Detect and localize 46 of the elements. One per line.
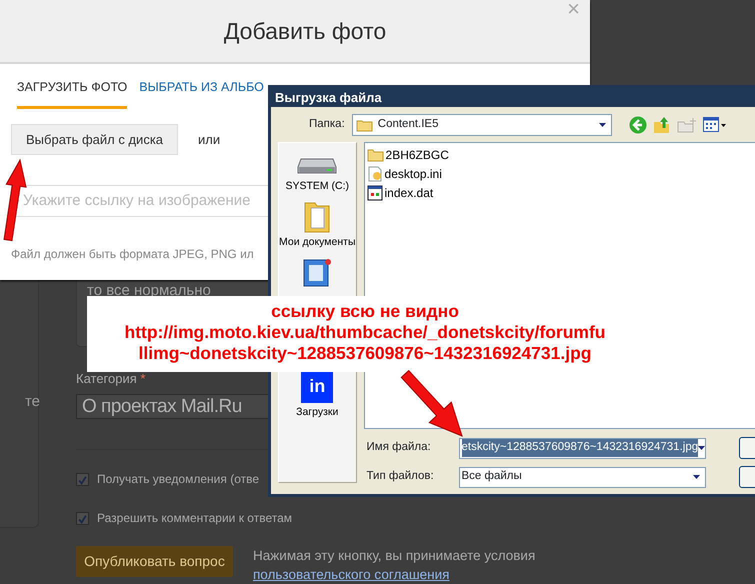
- annotation-text: llimg~donetskcity~1288537609876~1432316924731.jpg: [138, 343, 592, 364]
- category-label: Категория *: [76, 370, 146, 388]
- checkbox[interactable]: [76, 472, 89, 486]
- file-type-select[interactable]: Все файлы: [458, 466, 706, 488]
- folder-label: Папка:: [309, 117, 345, 132]
- settings-file-icon: [366, 166, 383, 182]
- annotation-text: ссылку всю не видно: [270, 301, 460, 322]
- tab[interactable]: ЗАГРУЗИТЬ ФОТО: [17, 78, 128, 109]
- folder-icon: [366, 148, 384, 162]
- file-item[interactable]: 2BH6ZBGC: [366, 146, 755, 164]
- place-item[interactable]: [301, 256, 334, 286]
- document-icon: [301, 256, 334, 286]
- terms-text: Нажимая эту кнопку, вы принимаете условия: [253, 547, 536, 565]
- place-item[interactable]: in Загрузки: [296, 370, 338, 420]
- annotation-arrow: [400, 370, 463, 437]
- dropdown-arrow-icon: [693, 475, 700, 479]
- up-folder-icon[interactable]: [652, 116, 671, 134]
- file-item[interactable]: desktop.ini: [366, 165, 755, 183]
- checkbox[interactable]: [76, 512, 89, 524]
- or-text: или: [198, 130, 220, 148]
- modal-title: Добавить фото: [224, 16, 386, 46]
- checkbox-label: Получать уведомления (отве: [97, 471, 260, 488]
- views-icon[interactable]: [702, 117, 727, 133]
- dropdown-arrow-icon: [698, 446, 706, 450]
- file-item[interactable]: index.dat: [366, 184, 755, 202]
- dropdown-arrow-icon: [599, 123, 606, 127]
- sidebar-text: те: [24, 393, 40, 410]
- format-hint: Файл должен быть формата JPEG, PNG ил: [11, 246, 255, 263]
- filename-field[interactable]: etskcity~1288537609876~1432316924731.jpg: [458, 438, 706, 458]
- tab[interactable]: ВЫБРАТЬ ИЗ АЛЬБО: [139, 78, 264, 109]
- question-text: то все нормально: [87, 282, 211, 299]
- folder-name: Content.IE5: [378, 117, 438, 132]
- dialog-title: Выгрузка файла: [275, 90, 382, 105]
- publish-button[interactable]: Опубликовать вопрос: [76, 546, 233, 577]
- folder-combo[interactable]: Content.IE5: [352, 114, 612, 136]
- downloads-icon: in: [301, 370, 334, 402]
- annotation-text: http://img.moto.kiev.ua/thumbcache/_donetskcity/forumfu: [124, 322, 606, 343]
- back-icon[interactable]: [628, 116, 647, 134]
- checkbox-label: Разрешить комментарии к ответам: [97, 510, 292, 527]
- data-file-icon: [366, 185, 383, 201]
- choose-file-button[interactable]: Выбрать файл с диска: [11, 124, 178, 155]
- folder-icon: [356, 118, 373, 132]
- new-folder-icon[interactable]: [676, 117, 697, 133]
- terms-link[interactable]: пользовательского соглашения: [253, 567, 450, 582]
- file-type-label: Тип файлов:: [366, 469, 435, 484]
- filename-label: Имя файла:: [366, 440, 432, 456]
